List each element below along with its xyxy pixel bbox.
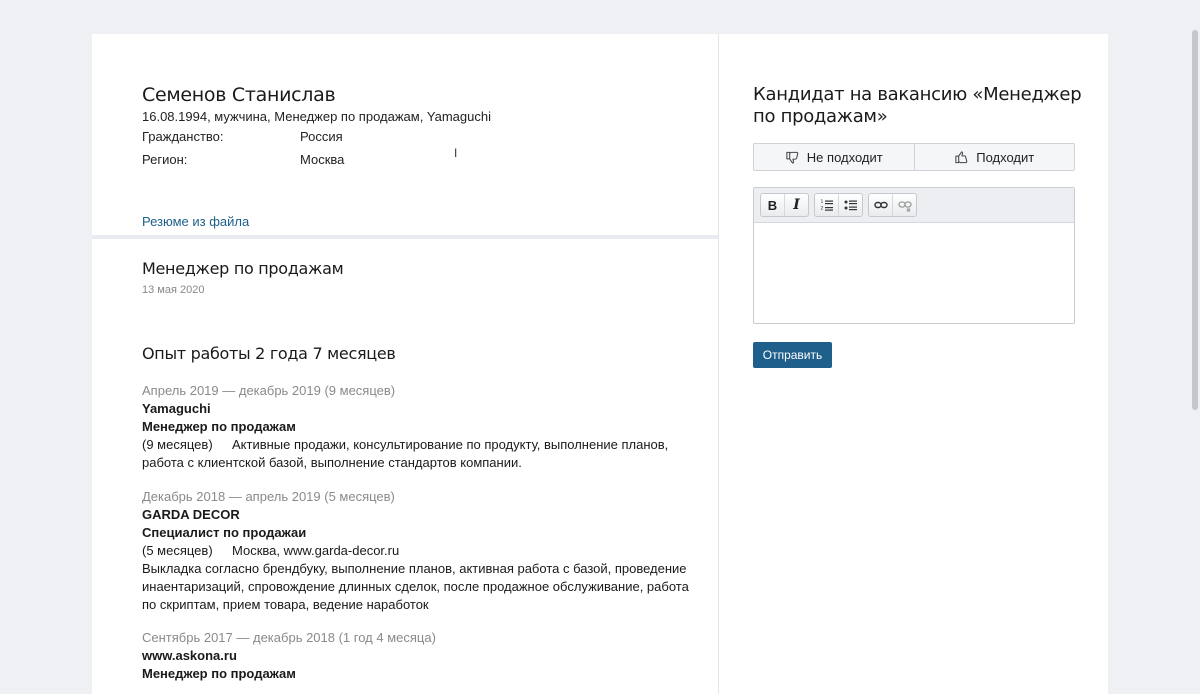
decision-panel: Кандидат на вакансию «Менеджер по продаж… — [719, 34, 1108, 694]
link-button[interactable] — [869, 194, 892, 216]
candidate-meta: 16.08.1994, мужчина, Менеджер по продажа… — [142, 109, 491, 124]
italic-button[interactable]: I — [784, 194, 808, 216]
job-company: GARDA DECOR — [142, 507, 240, 522]
job-details: Москва, www.garda-decor.ru — [232, 543, 400, 558]
ordered-list-button[interactable]: 1 2 — [815, 194, 838, 216]
region-value: Москва — [300, 152, 345, 167]
resume-panel: Семенов Станислав 16.08.1994, мужчина, М… — [92, 34, 719, 694]
not-fit-button[interactable]: Не подходит — [754, 144, 914, 170]
resume-title: Менеджер по продажам — [142, 259, 344, 278]
job-duration: (5 месяцев) — [142, 543, 213, 558]
job-period: Апрель 2019 — декабрь 2019 (9 месяцев) — [142, 383, 396, 398]
list-group: 1 2 — [814, 193, 863, 217]
send-button[interactable]: Отправить — [753, 342, 832, 368]
unlink-button[interactable] — [892, 194, 916, 216]
unordered-list-icon — [844, 200, 857, 211]
page-scrollbar[interactable] — [1190, 0, 1200, 675]
job-entry: Декабрь 2018 — апрель 2019 (5 месяцев) G… — [142, 488, 702, 614]
resume-date: 13 мая 2020 — [142, 284, 205, 296]
experience-heading: Опыт работы 2 года 7 месяцев — [142, 344, 396, 363]
comment-editor: B I 1 2 — [753, 187, 1075, 324]
not-fit-label: Не подходит — [806, 149, 883, 165]
scrollbar-thumb[interactable] — [1192, 30, 1198, 410]
candidate-name: Семенов Станислав — [142, 84, 336, 106]
job-description: (9 месяцев) Активные продажи, консультиро… — [142, 436, 702, 472]
comment-textarea[interactable] — [754, 223, 1074, 323]
candidate-card: Семенов Станислав 16.08.1994, мужчина, М… — [92, 34, 1108, 694]
fit-button[interactable]: Подходит — [913, 144, 1075, 170]
svg-text:2: 2 — [820, 206, 823, 212]
job-period: Сентябрь 2017 — декабрь 2018 (1 год 4 ме… — [142, 630, 436, 645]
tabs-divider — [92, 235, 718, 239]
ordered-list-icon: 1 2 — [820, 199, 833, 212]
svg-text:1: 1 — [820, 199, 823, 205]
job-entry: Апрель 2019 — декабрь 2019 (9 месяцев) Y… — [142, 382, 702, 472]
fit-label: Подходит — [976, 149, 1035, 165]
verdict-toggle: Не подходит Подходит — [753, 143, 1075, 171]
job-company: Yamaguchi — [142, 401, 211, 416]
unlink-icon — [897, 201, 912, 212]
job-location-line: (5 месяцев) Москва, www.garda-decor.ru — [142, 542, 702, 560]
job-period: Декабрь 2018 — апрель 2019 (5 месяцев) — [142, 489, 395, 504]
job-position: Специалист по продажаи — [142, 525, 307, 540]
job-position: Менеджер по продажам — [142, 419, 296, 434]
thumbs-down-icon — [786, 151, 799, 164]
job-duration: (9 месяцев) — [142, 437, 213, 452]
region-label: Регион: — [142, 152, 188, 167]
unordered-list-button[interactable] — [838, 194, 862, 216]
thumbs-up-icon — [955, 150, 968, 163]
format-group: B I — [760, 193, 809, 217]
bold-button[interactable]: B — [761, 194, 784, 216]
citizenship-label: Гражданство: — [142, 129, 224, 144]
vacancy-title: Кандидат на вакансию «Менеджер по продаж… — [753, 84, 1082, 127]
link-icon — [873, 201, 888, 209]
job-company: www.askona.ru — [142, 648, 237, 663]
link-group — [868, 193, 917, 217]
text-cursor-icon: I — [454, 146, 458, 160]
tab-resume-file[interactable]: Резюме из файла — [142, 214, 250, 237]
editor-toolbar: B I 1 2 — [754, 188, 1074, 223]
job-description: Выкладка согласно брендбуку, выполнение … — [142, 561, 689, 612]
job-position: Менеджер по продажам — [142, 666, 296, 681]
citizenship-value: Россия — [300, 129, 343, 144]
